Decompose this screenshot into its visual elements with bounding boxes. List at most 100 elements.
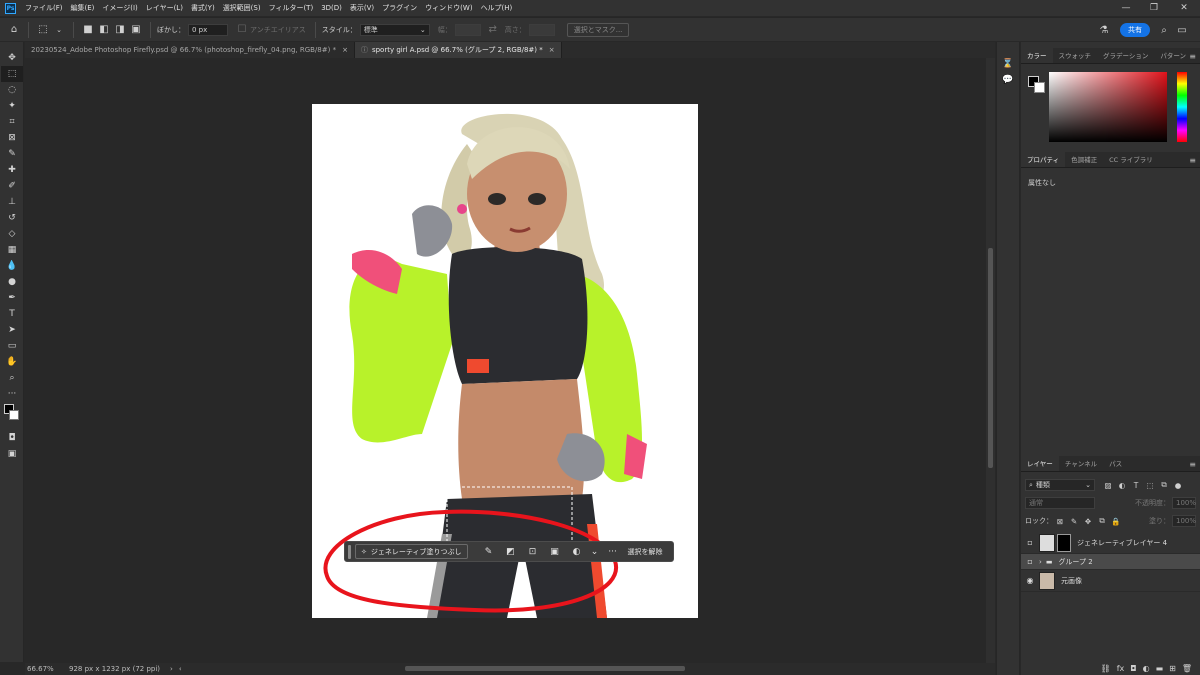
menu-view[interactable]: 表示(V): [346, 3, 378, 13]
menu-select[interactable]: 選択範囲(S): [219, 3, 265, 13]
menu-3d[interactable]: 3D(D): [317, 4, 346, 12]
style-select[interactable]: 標準 ⌄: [359, 23, 430, 36]
stamp-tool-icon[interactable]: ⊥: [1, 194, 23, 210]
filter-adjustment-icon[interactable]: ◐: [1115, 479, 1129, 491]
maximize-icon[interactable]: ❐: [1140, 0, 1168, 16]
close-icon[interactable]: ×: [342, 46, 348, 54]
quick-mask-icon[interactable]: ◘: [1, 430, 23, 446]
chevron-right-icon[interactable]: ›: [170, 665, 173, 673]
menu-window[interactable]: ウィンドウ(W): [421, 3, 476, 13]
checkbox-icon[interactable]: ☐: [234, 22, 250, 38]
layer-kind-select[interactable]: ⌕ 種類 ⌄: [1025, 479, 1095, 491]
rectangle-tool-icon[interactable]: ▭: [1, 338, 23, 354]
workspace-icon[interactable]: ▭: [1174, 22, 1190, 38]
modify-selection-icon[interactable]: ✎: [478, 544, 500, 559]
new-layer-icon[interactable]: ⊞: [1169, 664, 1176, 673]
swap-icon[interactable]: ⇄: [485, 22, 501, 38]
new-selection-icon[interactable]: ■: [80, 22, 96, 38]
lock-image-icon[interactable]: ✎: [1067, 515, 1081, 527]
tab-swatches[interactable]: スウォッチ: [1053, 50, 1098, 63]
drag-handle[interactable]: [348, 544, 351, 559]
generative-fill-button[interactable]: ✧ ジェネレーティブ塗りつぶし: [355, 544, 468, 559]
share-button[interactable]: 共有: [1120, 23, 1150, 37]
tab-patterns[interactable]: パターン: [1154, 50, 1192, 63]
tab-properties[interactable]: プロパティ: [1021, 151, 1066, 167]
brush-tool-icon[interactable]: ✐: [1, 178, 23, 194]
hand-tool-icon[interactable]: ✋: [1, 354, 23, 370]
magic-wand-tool-icon[interactable]: ✦: [1, 98, 23, 114]
lock-position-icon[interactable]: ✥: [1081, 515, 1095, 527]
transform-selection-icon[interactable]: ⊡: [522, 544, 544, 559]
menu-layer[interactable]: レイヤー(L): [142, 3, 187, 13]
gradient-tool-icon[interactable]: ▦: [1, 242, 23, 258]
lock-all-icon[interactable]: 🔒: [1109, 515, 1123, 527]
invert-selection-icon[interactable]: ◩: [500, 544, 522, 559]
close-window-icon[interactable]: ✕: [1170, 0, 1198, 16]
rect-marquee-tool-icon[interactable]: ⬚: [1, 66, 23, 82]
history-panel-icon[interactable]: ⌛: [997, 56, 1019, 72]
chevron-left-icon[interactable]: ‹: [179, 665, 182, 673]
layer-name[interactable]: グループ 2: [1058, 557, 1092, 567]
blend-mode-select[interactable]: 通常: [1025, 497, 1095, 509]
layer-row[interactable]: ▫ › ▬ グループ 2: [1021, 554, 1200, 570]
tab-channels[interactable]: チャンネル: [1059, 458, 1103, 471]
lock-transparent-icon[interactable]: ⊠: [1053, 515, 1067, 527]
horizontal-scrollbar[interactable]: [405, 666, 685, 671]
more-options-icon[interactable]: ···: [602, 544, 624, 559]
background-color-swatch[interactable]: [9, 410, 19, 420]
menu-help[interactable]: ヘルプ(H): [477, 3, 517, 13]
tab-sporty-girl-psd[interactable]: ⓘ sporty girl A.psd @ 66.7% (グループ 2, RGB…: [354, 42, 562, 58]
menu-edit[interactable]: 編集(E): [67, 3, 99, 13]
chevron-right-icon[interactable]: ›: [1039, 558, 1042, 566]
move-tool-icon[interactable]: ✥: [1, 50, 23, 66]
menu-plugins[interactable]: プラグイン: [378, 3, 421, 13]
panel-menu-icon[interactable]: ≡: [1189, 460, 1196, 469]
tab-layers[interactable]: レイヤー: [1021, 455, 1059, 471]
trash-icon[interactable]: 🗑: [1182, 664, 1192, 673]
layer-name[interactable]: ジェネレーティブレイヤー 4: [1077, 538, 1167, 548]
zoom-level[interactable]: 66.67%: [27, 665, 69, 673]
healing-brush-tool-icon[interactable]: ✚: [1, 162, 23, 178]
pen-tool-icon[interactable]: ✒: [1, 290, 23, 306]
eraser-tool-icon[interactable]: ◇: [1, 226, 23, 242]
fx-icon[interactable]: fx: [1117, 664, 1125, 673]
crop-tool-icon[interactable]: ⌗: [1, 114, 23, 130]
opacity-input[interactable]: 100%: [1172, 497, 1196, 509]
more-tools-icon[interactable]: ···: [1, 386, 23, 402]
type-tool-icon[interactable]: T: [1, 306, 23, 322]
background-color-swatch[interactable]: [1034, 82, 1045, 93]
create-mask-icon[interactable]: ▣: [544, 544, 566, 559]
filter-pixel-icon[interactable]: ▨: [1101, 479, 1115, 491]
filter-type-icon[interactable]: T: [1129, 479, 1143, 491]
rect-marquee-preset-icon[interactable]: ⬚: [35, 22, 51, 38]
filter-toggle-icon[interactable]: ●: [1171, 479, 1185, 491]
layer-row[interactable]: ▫ ジェネレーティブレイヤー 4: [1021, 532, 1200, 554]
add-mask-icon[interactable]: ◘: [1130, 664, 1136, 673]
tab-firefly-psd[interactable]: 20230524_Adobe Photoshop Firefly.psd @ 6…: [25, 42, 355, 58]
height-input[interactable]: [528, 23, 555, 36]
visibility-off-icon[interactable]: ▫: [1021, 557, 1039, 566]
add-selection-icon[interactable]: ◧: [96, 22, 112, 38]
subtract-selection-icon[interactable]: ◨: [112, 22, 128, 38]
home-icon[interactable]: ⌂: [6, 22, 22, 38]
color-swatches[interactable]: [1, 402, 23, 426]
eye-icon[interactable]: ◉: [1021, 576, 1039, 585]
blur-tool-icon[interactable]: 💧: [1, 258, 23, 274]
layer-mask-thumbnail[interactable]: [1057, 533, 1071, 552]
chevron-down-icon[interactable]: ⌄: [51, 22, 67, 38]
minimize-icon[interactable]: —: [1112, 0, 1140, 16]
filter-shape-icon[interactable]: ⬚: [1143, 479, 1157, 491]
fill-selection-icon[interactable]: ◐: [566, 544, 588, 559]
filter-smart-object-icon[interactable]: ⧉: [1157, 479, 1171, 491]
menu-file[interactable]: ファイル(F): [21, 3, 67, 13]
feather-input[interactable]: 0 px: [188, 23, 228, 36]
search-icon[interactable]: ⌕: [1156, 22, 1172, 38]
menu-filter[interactable]: フィルター(T): [265, 3, 318, 13]
lasso-tool-icon[interactable]: ◌: [1, 82, 23, 98]
screen-mode-icon[interactable]: ▣: [1, 446, 23, 462]
flask-icon[interactable]: ⚗: [1096, 22, 1112, 38]
path-selection-tool-icon[interactable]: ➤: [1, 322, 23, 338]
tab-cc-libraries[interactable]: CC ライブラリ: [1103, 154, 1159, 167]
width-input[interactable]: [454, 23, 481, 36]
menu-type[interactable]: 書式(Y): [187, 3, 219, 13]
